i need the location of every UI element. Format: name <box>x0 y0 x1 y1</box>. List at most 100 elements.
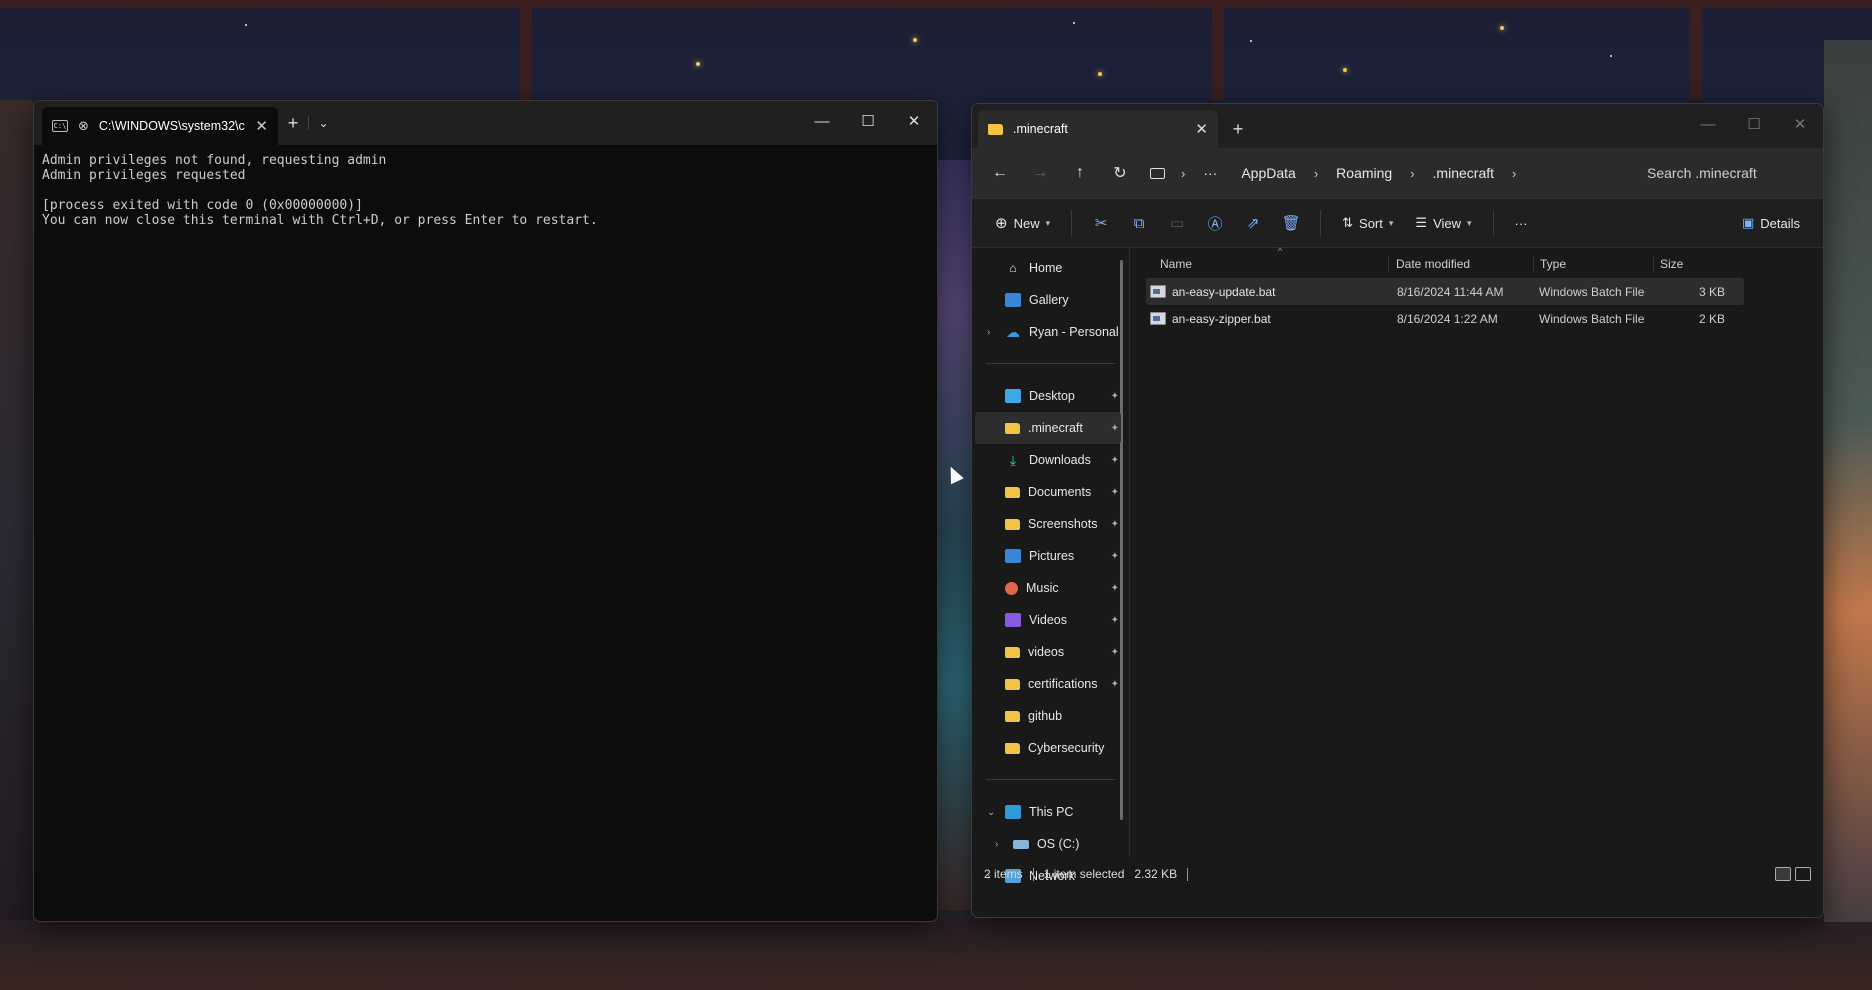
breadcrumb-appdata[interactable]: AppData <box>1239 165 1297 181</box>
sidebar-item-desktop[interactable]: Desktop ✦ <box>975 380 1121 412</box>
sidebar-item-certifications[interactable]: certifications ✦ <box>975 668 1121 700</box>
gallery-icon <box>1005 293 1021 307</box>
wallpaper-star <box>1073 22 1075 24</box>
sidebar-item-onedrive[interactable]: › ☁ Ryan - Personal <box>975 316 1121 348</box>
navigation-bar: ← → ↑ ↻ › ··· AppData › Roaming › .minec… <box>972 148 1823 198</box>
chevron-right-icon[interactable]: › <box>1400 166 1424 181</box>
file-type: Windows Batch File <box>1539 284 1645 299</box>
column-header-name[interactable]: Name <box>1148 257 1388 271</box>
close-button[interactable]: ✕ <box>1777 104 1823 144</box>
chevron-right-icon[interactable]: › <box>1171 166 1195 181</box>
terminal-titlebar[interactable]: C:\ ⊗ C:\WINDOWS\system32\c ✕ + ⌄ — ☐ ✕ <box>34 101 937 145</box>
file-explorer-window[interactable]: .minecraft ✕ + — ☐ ✕ ← → ↑ ↻ › ··· AppDa… <box>971 103 1824 918</box>
desktop-icon <box>1005 389 1021 403</box>
sidebar-item-label: Videos <box>1029 613 1067 627</box>
explorer-titlebar[interactable]: .minecraft ✕ + — ☐ ✕ <box>972 104 1823 148</box>
details-view-button[interactable] <box>1775 867 1791 881</box>
delete-button[interactable]: 🗑 <box>1274 206 1308 240</box>
sidebar-item-gallery[interactable]: Gallery <box>975 284 1121 316</box>
new-tab-button[interactable]: + <box>1218 119 1258 140</box>
pin-icon: ✦ <box>1110 518 1119 530</box>
forward-button[interactable]: → <box>1022 157 1058 189</box>
cut-button[interactable]: ✂ <box>1084 206 1118 240</box>
sidebar-item-github[interactable]: github <box>975 700 1121 732</box>
sidebar-item-videos[interactable]: Videos ✦ <box>975 604 1121 636</box>
rename-button[interactable]: Ⓐ <box>1198 206 1232 240</box>
view-icon: ☰ <box>1415 215 1428 230</box>
minimize-button[interactable]: — <box>1685 104 1731 144</box>
copy-button[interactable]: ⧉ <box>1122 206 1156 240</box>
chevron-right-icon[interactable]: › <box>1502 166 1526 181</box>
new-tab-button[interactable]: + <box>278 113 308 134</box>
admin-shield-icon: ⊗ <box>78 118 89 133</box>
toolbar-divider <box>1492 210 1494 236</box>
this-pc-icon[interactable] <box>1150 167 1165 179</box>
wallpaper-star <box>1098 72 1102 76</box>
chevron-right-icon[interactable]: › <box>1304 166 1328 181</box>
file-name: an-easy-zipper.bat <box>1172 311 1271 326</box>
column-header-date[interactable]: Date modified <box>1388 257 1533 271</box>
paste-button[interactable]: ▭ <box>1160 206 1194 240</box>
sidebar-item-pictures[interactable]: Pictures ✦ <box>975 540 1121 572</box>
sidebar-item-label: videos <box>1028 645 1065 659</box>
breadcrumb-roaming[interactable]: Roaming <box>1334 165 1394 181</box>
sidebar-item-label: Gallery <box>1029 293 1069 307</box>
folder-icon <box>1005 678 1020 690</box>
search-input[interactable]: Search .minecraft <box>1637 165 1813 181</box>
chevron-right-icon[interactable]: › <box>987 327 1005 338</box>
up-button[interactable]: ↑ <box>1062 157 1098 189</box>
file-list[interactable]: ^ Name Date modified Type Size an-easy-u… <box>1129 246 1823 857</box>
sidebar-item-videos-folder[interactable]: videos ✦ <box>975 636 1121 668</box>
more-options-button[interactable]: ··· <box>1506 206 1537 240</box>
close-tab-icon[interactable]: ✕ <box>1195 120 1208 138</box>
share-button[interactable]: ⇗ <box>1236 206 1270 240</box>
file-row[interactable]: an-easy-update.bat 8/16/2024 11:44 AM Wi… <box>1146 278 1744 305</box>
sidebar-item-label: Desktop <box>1029 389 1075 403</box>
wallpaper-star <box>245 24 247 26</box>
sidebar-item-screenshots[interactable]: Screenshots ✦ <box>975 508 1121 540</box>
back-button[interactable]: ← <box>982 157 1018 189</box>
maximize-button[interactable]: ☐ <box>845 101 891 141</box>
sidebar-item-downloads[interactable]: ⤓ Downloads ✦ <box>975 444 1121 476</box>
maximize-button[interactable]: ☐ <box>1731 104 1777 144</box>
sidebar-item-documents[interactable]: Documents ✦ <box>975 476 1121 508</box>
file-row[interactable]: an-easy-zipper.bat 8/16/2024 1:22 AM Win… <box>1146 305 1744 332</box>
refresh-button[interactable]: ↻ <box>1102 157 1138 189</box>
file-size: 2 KB <box>1698 311 1725 326</box>
terminal-tab[interactable]: C:\ ⊗ C:\WINDOWS\system32\c ✕ <box>42 107 278 145</box>
sidebar-item-music[interactable]: Music ✦ <box>975 572 1121 604</box>
toolbar-divider <box>1071 210 1073 236</box>
close-tab-icon[interactable]: ✕ <box>255 117 268 135</box>
wallpaper-star <box>1343 68 1347 72</box>
sidebar-item-this-pc[interactable]: ⌄ This PC <box>975 796 1121 828</box>
address-bar[interactable]: › ··· AppData › Roaming › .minecraft › <box>1150 165 1633 181</box>
minimize-button[interactable]: — <box>799 101 845 141</box>
details-pane-button[interactable]: ▣ Details <box>1733 206 1809 240</box>
file-date: 8/16/2024 1:22 AM <box>1397 311 1498 326</box>
breadcrumb-overflow[interactable]: ··· <box>1201 165 1219 181</box>
explorer-tab[interactable]: .minecraft ✕ <box>978 110 1218 148</box>
terminal-output[interactable]: Admin privileges not found, requesting a… <box>34 145 937 236</box>
sidebar-item-home[interactable]: ⌂ Home <box>975 252 1121 284</box>
profile-dropdown-button[interactable]: ⌄ <box>308 116 338 130</box>
sort-button[interactable]: ⇅ Sort ▾ <box>1333 206 1402 240</box>
terminal-window[interactable]: C:\ ⊗ C:\WINDOWS\system32\c ✕ + ⌄ — ☐ ✕ … <box>33 100 938 922</box>
sidebar-item-cybersecurity[interactable]: Cybersecurity <box>975 732 1121 764</box>
cmd-icon: C:\ <box>52 120 68 132</box>
chevron-right-icon[interactable]: › <box>995 839 1013 850</box>
column-header-size[interactable]: Size <box>1653 257 1733 271</box>
pin-icon: ✦ <box>1110 614 1119 626</box>
sidebar-item-minecraft[interactable]: .minecraft ✦ <box>975 412 1121 444</box>
close-button[interactable]: ✕ <box>891 101 937 141</box>
view-button-label: View <box>1433 215 1462 231</box>
navigation-pane[interactable]: ⌂ Home Gallery › ☁ Ryan - Personal Deskt… <box>972 248 1129 883</box>
breadcrumb-minecraft[interactable]: .minecraft <box>1431 165 1496 181</box>
view-button[interactable]: ☰ View ▾ <box>1406 206 1480 240</box>
pin-icon: ✦ <box>1110 486 1119 498</box>
status-bar: 2 items 1 item selected 2.32 KB <box>972 857 1823 891</box>
tiles-view-button[interactable] <box>1795 867 1811 881</box>
sidebar-item-os-drive[interactable]: › OS (C:) <box>975 828 1121 860</box>
column-header-type[interactable]: Type <box>1533 257 1653 271</box>
new-button[interactable]: ⊕ New ▾ <box>986 206 1059 240</box>
chevron-down-icon[interactable]: ⌄ <box>987 807 1005 818</box>
